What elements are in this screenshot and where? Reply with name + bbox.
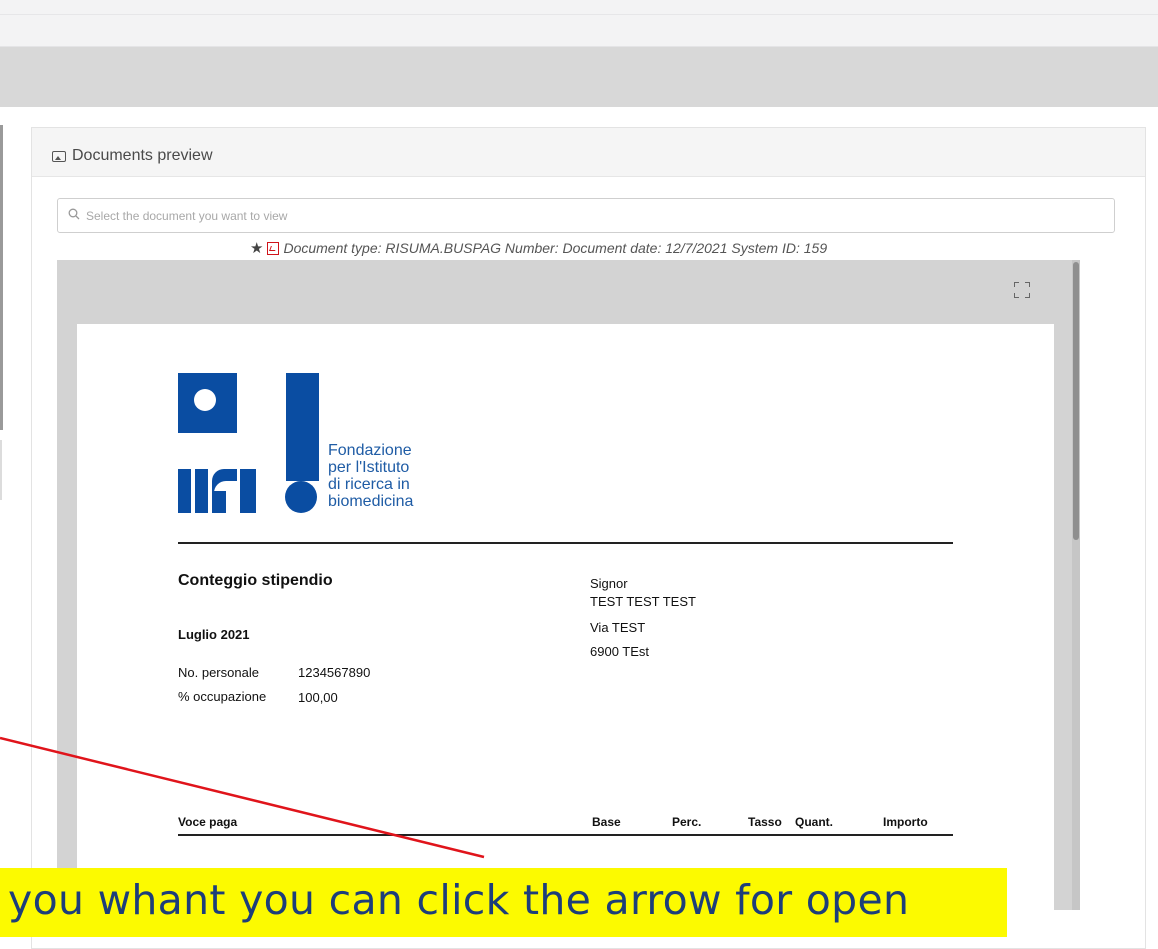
- image-icon: [52, 150, 66, 162]
- column-quant: Quant.: [795, 815, 833, 829]
- payslip-period: Luglio 2021: [178, 627, 250, 642]
- viewer-scroll-thumb[interactable]: [1073, 262, 1079, 540]
- foundation-name: Fondazione per l'Istituto di ricerca in …: [328, 442, 413, 510]
- left-panel-edge-lower: [0, 440, 2, 500]
- annotation-callout: you whant you can click the arrow for op…: [0, 868, 1007, 937]
- personnel-value: 1234567890: [298, 665, 371, 680]
- recipient-street: Via TEST: [590, 620, 646, 635]
- pdf-icon[interactable]: [267, 241, 280, 255]
- left-panel-edge: [0, 125, 3, 430]
- column-importo: Importo: [883, 815, 928, 829]
- personnel-label: No. personale: [178, 665, 259, 680]
- irb-logo: [178, 373, 319, 513]
- occupation-label: % occupazione: [178, 689, 267, 704]
- column-base: Base: [592, 815, 621, 829]
- search-input[interactable]: [84, 207, 988, 224]
- star-icon[interactable]: ★: [250, 239, 263, 257]
- recipient-salutation: Signor: [590, 576, 628, 591]
- column-perc: Perc.: [672, 815, 702, 829]
- annotation-text: you whant you can click the arrow for op…: [8, 876, 910, 924]
- payslip-title: Conteggio stipendio: [178, 572, 333, 589]
- column-tasso: Tasso: [748, 815, 782, 829]
- search-icon: [68, 208, 80, 223]
- recipient-name: TEST TEST TEST: [590, 594, 696, 609]
- foundation-line-2: per l'Istituto: [328, 459, 410, 476]
- panel-header: Documents preview: [32, 128, 1145, 177]
- fullscreen-icon[interactable]: [1014, 282, 1030, 298]
- foundation-line-1: Fondazione: [328, 442, 412, 459]
- table-header-rule: [178, 834, 953, 836]
- panel-title-text: Documents preview: [72, 147, 213, 164]
- panel-title: Documents preview: [52, 147, 213, 165]
- document-search[interactable]: [57, 198, 1115, 233]
- foundation-line-4: biomedicina: [328, 493, 414, 510]
- top-bar: [0, 0, 1158, 47]
- foundation-line-3: di ricerca in: [328, 476, 410, 493]
- document-meta-text: Document type: RISUMA.BUSPAG Number: Doc…: [283, 240, 828, 256]
- recipient-city: 6900 TEst: [590, 644, 650, 659]
- column-voce-paga: Voce paga: [178, 815, 238, 829]
- header-rule: [178, 542, 953, 544]
- document-meta: ★ Document type: RISUMA.BUSPAG Number: D…: [250, 239, 827, 257]
- header-band: [0, 47, 1158, 107]
- occupation-value: 100,00: [298, 690, 338, 705]
